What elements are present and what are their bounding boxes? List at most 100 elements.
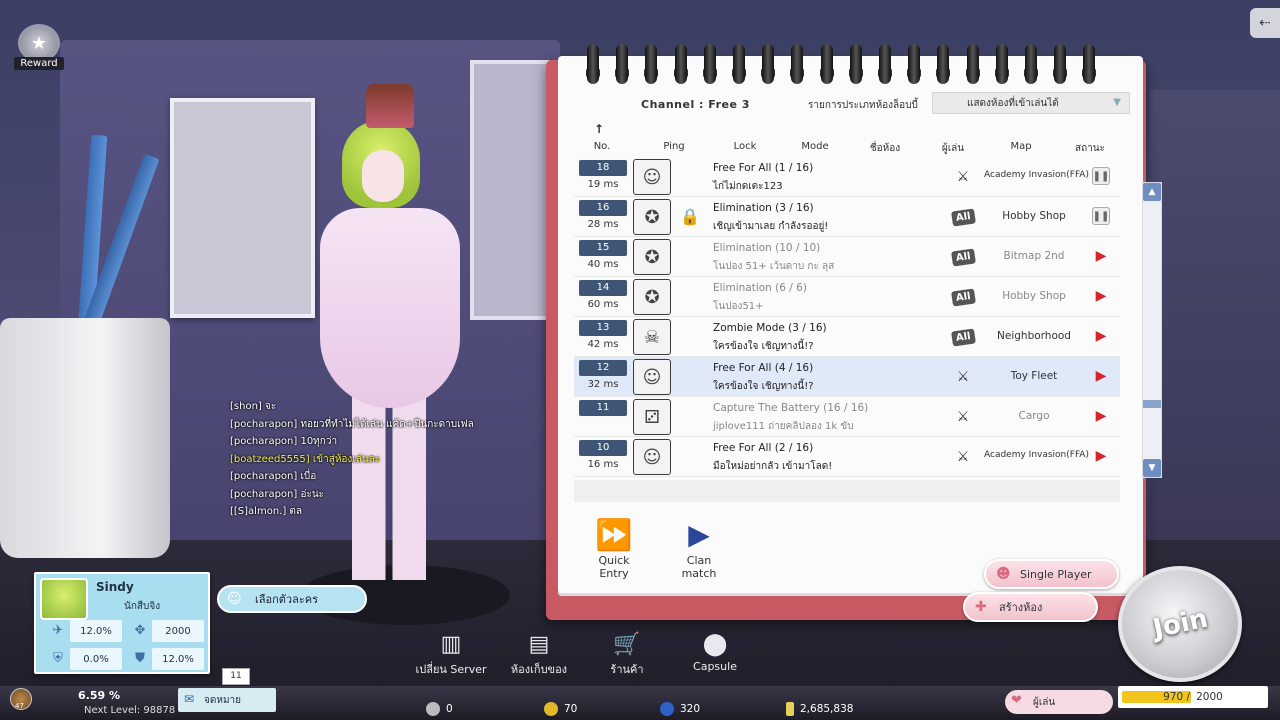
wall-poster-2 [470, 60, 550, 320]
header-no[interactable]: No. [589, 141, 615, 152]
header-room-name[interactable]: ชื่อห้อง [860, 141, 910, 156]
clan-match-label: Clan match [681, 554, 717, 580]
single-player-button[interactable]: ☻ Single Player [984, 559, 1119, 589]
player-name: Sindy [96, 580, 134, 594]
room-mode: Capture The Battery (16 / 16) [713, 402, 869, 414]
nav-label: Capsule [693, 660, 737, 673]
room-ping: 42 ms [587, 339, 619, 350]
room-filter-select[interactable]: แสดงห้องที่เข้าเล่นได้ ▼ [932, 92, 1130, 114]
nav-server[interactable]: ▥ เปลี่ยน Server [411, 632, 491, 678]
players-button[interactable]: ❤ ผู้เล่น [1005, 690, 1113, 714]
user-icon: ☻ [996, 566, 1011, 582]
room-row[interactable]: 13 42 ms ☠ Zombie Mode (3 / 16) ใครข้องใจ เช… [574, 317, 1120, 357]
room-map: Cargo [1018, 410, 1050, 422]
player-rank: นักสืบจิง [124, 601, 161, 612]
avatar[interactable] [40, 578, 88, 620]
play-icon[interactable]: ▶ [1092, 247, 1110, 265]
room-name: มือใหม่อย่ากลัว เข้ามาโลด! [713, 461, 833, 472]
reward-label[interactable]: Reward [14, 57, 64, 70]
create-room-label: สร้างห้อง [999, 601, 1043, 614]
binder-ring [645, 44, 658, 84]
room-name: ใครข้องใจ เชิญทางนี้!? [713, 381, 814, 392]
room-list-footer [574, 480, 1120, 502]
room-name: jiplove111 ถ่ายคลิปลอง 1k ขับ [713, 421, 854, 432]
join-label: Join [1149, 603, 1211, 645]
back-arrow-icon[interactable]: ⇠ [1250, 8, 1280, 38]
game-mode-icon: ✪ [633, 199, 671, 235]
binder-ring [587, 44, 599, 84]
room-row[interactable]: 16 28 ms ✪ 🔒 Elimination (3 / 16) เชิญเข้ามาเ… [574, 197, 1120, 237]
room-filter-value: แสดงห้องที่เข้าเล่นได้ [967, 97, 1059, 109]
stat-1: 12.0% [70, 620, 122, 642]
room-row[interactable]: 11 ⚂ Capture The Battery (16 / 16) jiplove1… [574, 397, 1120, 437]
header-mode[interactable]: Mode [795, 141, 835, 152]
storage-icon: ▤ [528, 632, 550, 657]
nav-storage[interactable]: ▤ ห้องเก็บของ [499, 632, 579, 678]
room-row[interactable]: 12 32 ms ☺ Free For All (4 / 16) ใครข้องใจ เ… [574, 357, 1120, 397]
play-icon[interactable]: ▶ [1092, 367, 1110, 385]
room-row[interactable]: 18 19 ms ☺ Free For All (1 / 16) ไก่ไม่กดเตะ… [574, 157, 1120, 197]
chat-message: [pocharapon] เบื่อ [230, 471, 317, 482]
header-players[interactable]: ผู้เล่น [933, 141, 973, 156]
clan-match-button[interactable]: ▶ Clan match [668, 518, 730, 580]
mail-button[interactable]: ✉ จดหมาย [178, 688, 276, 712]
play-icon[interactable]: ▶ [1092, 447, 1110, 465]
wall-poster [170, 98, 315, 318]
play-icon[interactable]: ▶ [1092, 327, 1110, 345]
currency-3-value: 320 [680, 703, 701, 715]
play-icon[interactable]: ▶ [1092, 287, 1110, 305]
create-room-button[interactable]: ✚ สร้างห้อง [963, 592, 1098, 622]
game-mode-icon: ⚂ [633, 399, 671, 435]
nav-label: ร้านค้า [610, 663, 644, 676]
binder-ring [762, 44, 775, 84]
header-status[interactable]: สถานะ [1070, 141, 1110, 156]
currency-1: 0 [426, 702, 453, 716]
room-mode: Free For All (2 / 16) [713, 442, 814, 454]
scroll-up-icon[interactable]: ▲ [1143, 183, 1161, 201]
character-hat [366, 84, 414, 128]
join-button[interactable]: Join [1118, 566, 1242, 682]
room-row[interactable]: 14 60 ms ✪ Elimination (6 / 6) โนปอง51+ All Ho… [574, 277, 1120, 317]
chat-bubble-icon: ❤ [1011, 693, 1022, 708]
scroll-thumb[interactable] [1143, 400, 1161, 408]
fast-forward-icon: ⏩ [595, 518, 633, 553]
play-icon[interactable]: ▶ [1092, 407, 1110, 425]
room-number: 18 [579, 160, 627, 176]
game-mode-icon: ☺ [633, 439, 671, 475]
header-map[interactable]: Map [1001, 141, 1041, 152]
quick-entry-label: Quick Entry [598, 554, 630, 580]
nav-label: เปลี่ยน Server [415, 663, 487, 676]
header-ping[interactable]: Ping [654, 141, 694, 152]
binder-ring [908, 44, 921, 84]
room-number: 15 [579, 240, 627, 256]
nav-shop-cart[interactable]: 🛒 ร้านค้า [587, 632, 667, 678]
sort-arrow-icon[interactable]: ↑ [594, 122, 604, 136]
pause-icon[interactable]: ❚❚ [1092, 167, 1110, 185]
room-list-scrollbar[interactable] [1142, 182, 1162, 478]
room-mode: Elimination (3 / 16) [713, 202, 814, 214]
nav-capsule[interactable]: ⬤ Capsule [675, 632, 755, 673]
server-icon: ▥ [440, 632, 462, 657]
next-level: Next Level: 98878 [84, 705, 176, 716]
room-ping: 60 ms [587, 299, 619, 310]
room-number: 16 [579, 200, 627, 216]
stat-4: 12.0% [152, 648, 204, 670]
pause-icon[interactable]: ❚❚ [1092, 207, 1110, 225]
header-lock[interactable]: Lock [725, 141, 765, 152]
stamina-bar: 970 / 2000 [1118, 686, 1268, 708]
game-mode-icon: ☺ [633, 159, 671, 195]
chat-message: [boatzeed5555] เข้าสู่ห้องเล่นละ [230, 453, 381, 465]
binder-ring [616, 44, 629, 84]
scroll-down-icon[interactable]: ▼ [1143, 459, 1161, 477]
point-icon [786, 702, 794, 716]
room-row[interactable]: 10 16 ms ☺ Free For All (2 / 16) มือใหม่อย่า… [574, 437, 1120, 477]
game-mode-icon: ✪ [633, 279, 671, 315]
select-character-button[interactable]: ☺ เลือกตัวละคร [217, 585, 367, 613]
shop-cart-icon: 🛒 [613, 632, 641, 657]
binder-ring [1025, 44, 1037, 84]
room-row[interactable]: 15 40 ms ✪ Elimination (10 / 10) โนปอง 51+ เ… [574, 237, 1120, 277]
room-name: ไก่ไม่กดเตะ123 [713, 181, 783, 192]
weapon-icon: ⚔ [956, 369, 970, 385]
weapon-icon: ⚔ [956, 409, 970, 425]
quick-entry-button[interactable]: ⏩ Quick Entry [583, 518, 645, 580]
